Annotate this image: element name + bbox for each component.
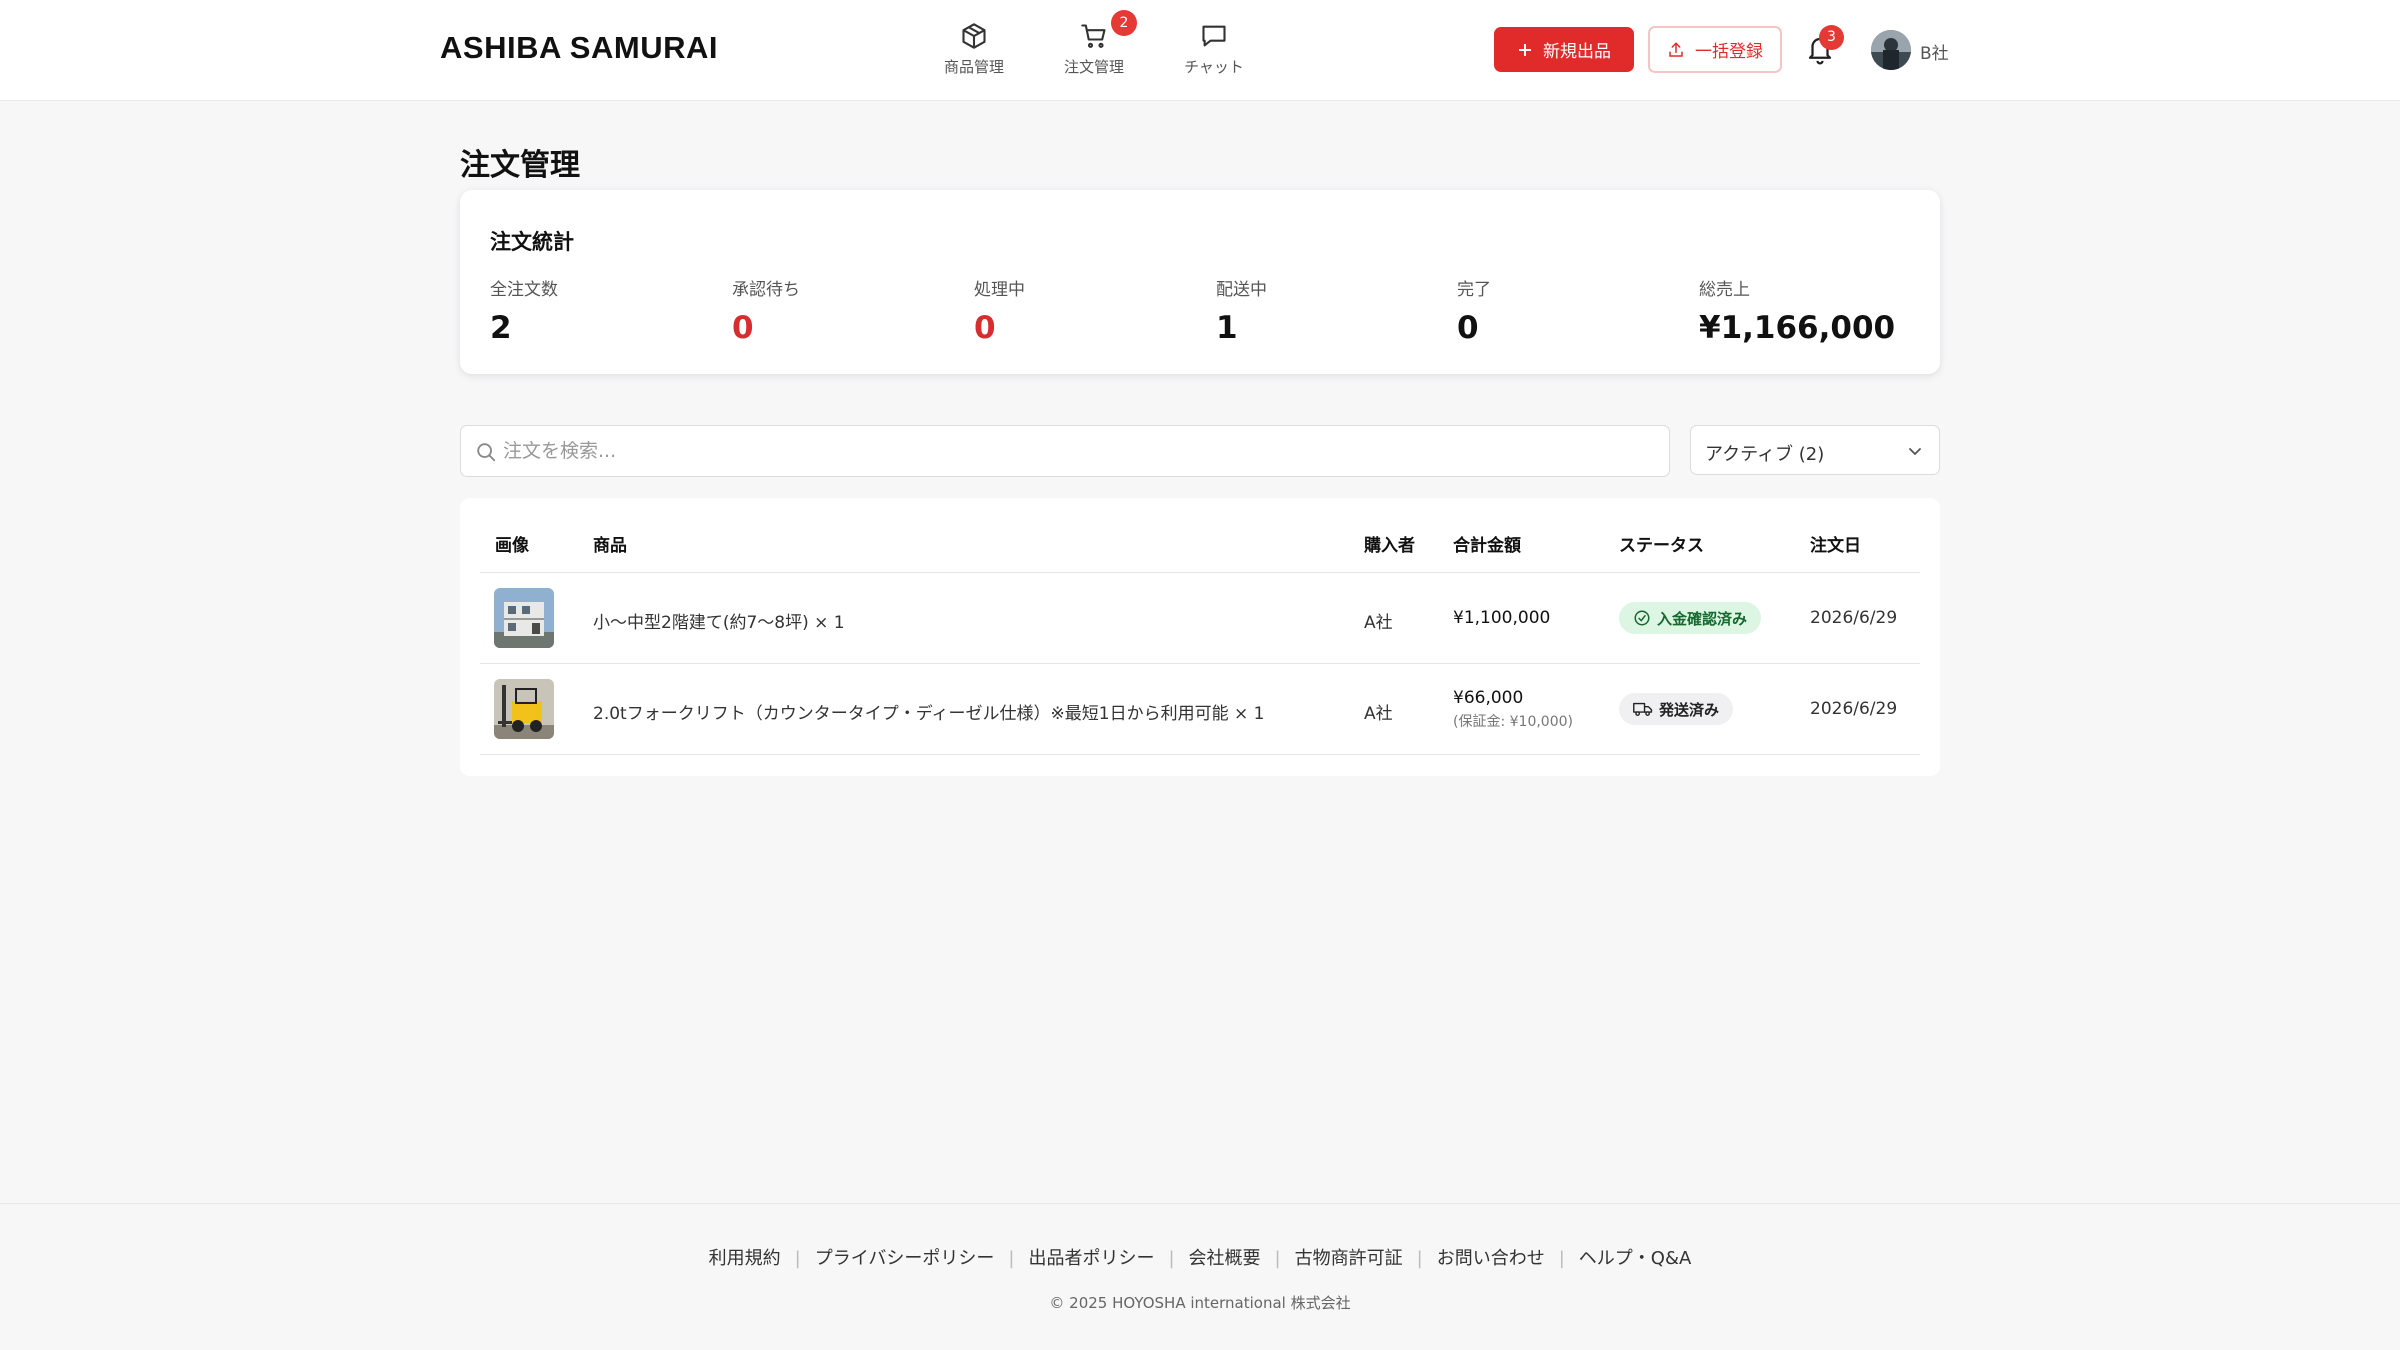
- forklift-image: [494, 679, 554, 739]
- orders-badge: 2: [1111, 10, 1137, 36]
- column-header-buyer: 購入者: [1364, 536, 1415, 556]
- stat-value: 2: [490, 310, 512, 346]
- column-header-total: 合計金額: [1453, 536, 1521, 556]
- avatar[interactable]: [1871, 30, 1911, 70]
- stat-label: 承認待ち: [732, 280, 800, 300]
- column-header-image: 画像: [495, 536, 529, 556]
- notification-badge: 3: [1819, 25, 1844, 50]
- upload-icon: [1669, 41, 1683, 57]
- separator: |: [1558, 1248, 1565, 1269]
- stat-value: 0: [732, 310, 754, 346]
- total-amount: ¥66,000: [1453, 688, 1524, 708]
- user-name[interactable]: B社: [1920, 39, 1949, 64]
- search-icon: [477, 443, 496, 462]
- logo[interactable]: ASHIBA SAMURAI: [440, 30, 718, 66]
- stat-value: 0: [974, 310, 996, 346]
- nav-label: チャット: [1184, 58, 1244, 76]
- product-thumbnail[interactable]: [494, 679, 554, 739]
- nav-label: 注文管理: [1063, 58, 1124, 76]
- separator: |: [1168, 1248, 1175, 1269]
- nav-item-products[interactable]: 商品管理: [929, 22, 1019, 77]
- table-row[interactable]: 小〜中型2階建て(約7〜8坪) × 1 A社 ¥1,100,000 入金確認済み…: [460, 573, 1940, 663]
- stat-total-orders: 全注文数 2: [490, 275, 558, 346]
- separator: |: [1008, 1248, 1015, 1269]
- building-image: [494, 588, 554, 648]
- stat-label: 完了: [1457, 280, 1491, 300]
- order-date: 2026/6/29: [1810, 699, 1898, 719]
- bulk-register-button[interactable]: 一括登録: [1648, 26, 1782, 73]
- search-box: [460, 425, 1670, 477]
- column-header-date: 注文日: [1810, 536, 1861, 556]
- orders-table: 画像 商品 購入者 合計金額 ステータス 注文日 小〜中型2階建て(約7〜8坪)…: [460, 498, 1940, 776]
- separator: |: [794, 1248, 801, 1269]
- status-label: 発送済み: [1659, 700, 1720, 719]
- stat-pending: 承認待ち 0: [732, 275, 800, 346]
- page-title: 注文管理: [460, 148, 580, 183]
- stats-title: 注文統計: [490, 230, 574, 254]
- footer-link-help[interactable]: ヘルプ・Q&A: [1579, 1248, 1692, 1269]
- footer-link-seller-policy[interactable]: 出品者ポリシー: [1028, 1248, 1154, 1269]
- stat-label: 全注文数: [490, 280, 558, 300]
- stat-processing: 処理中 0: [974, 275, 1025, 346]
- stat-total-sales: 総売上 ¥1,166,000: [1699, 275, 1895, 346]
- footer-links: 利用規約 | プライバシーポリシー | 出品者ポリシー | 会社概要 | 古物商許可証 | お問い合…: [0, 1244, 2400, 1270]
- stat-value: 0: [1457, 310, 1479, 346]
- filter-selected-value: アクティブ (2): [1705, 444, 1825, 465]
- cart-icon: [1081, 24, 1106, 48]
- new-listing-label: 新規出品: [1543, 42, 1611, 61]
- footer-link-terms[interactable]: 利用規約: [709, 1248, 781, 1269]
- stat-label: 処理中: [974, 280, 1025, 300]
- deposit-amount: (保証金: ¥10,000): [1453, 714, 1573, 730]
- copyright: © 2025 HOYOSHA international 株式会社: [1049, 1294, 1351, 1312]
- nav-item-orders[interactable]: 注文管理 2: [1049, 10, 1139, 77]
- truck-icon: [1633, 702, 1653, 717]
- stat-shipping: 配送中 1: [1216, 275, 1267, 346]
- product-name[interactable]: 小〜中型2階建て(約7〜8坪) × 1: [593, 608, 845, 633]
- separator: |: [1274, 1248, 1281, 1269]
- separator: |: [1416, 1248, 1423, 1269]
- buyer-name: A社: [1364, 613, 1393, 633]
- footer: 利用規約 | プライバシーポリシー | 出品者ポリシー | 会社概要 | 古物商許可証 | お問い合…: [0, 1203, 2400, 1350]
- footer-link-license[interactable]: 古物商許可証: [1295, 1248, 1403, 1269]
- header: ASHIBA SAMURAI 商品管理 注文管理 2 チャット 新規出品 一括登…: [0, 0, 2400, 101]
- total-cell: ¥66,000 (保証金: ¥10,000): [1453, 688, 1573, 731]
- new-listing-button[interactable]: 新規出品: [1494, 27, 1634, 72]
- status-filter-select[interactable]: アクティブ (2): [1690, 425, 1940, 475]
- search-input[interactable]: [503, 426, 1653, 476]
- chat-icon: [1202, 25, 1226, 47]
- order-stats-card: 注文統計 全注文数 2 承認待ち 0 処理中 0 配送中 1 完了 0 総売上 …: [460, 190, 1940, 374]
- status-label: 入金確認済み: [1657, 609, 1748, 628]
- product-name[interactable]: 2.0tフォークリフト（カウンタータイプ・ディーゼル仕様）※最短1日から利用可能…: [593, 699, 1264, 724]
- stat-value: 1: [1216, 310, 1238, 346]
- check-circle-icon: [1634, 610, 1650, 626]
- stat-label: 配送中: [1216, 280, 1267, 300]
- footer-link-contact[interactable]: お問い合わせ: [1437, 1248, 1545, 1269]
- column-header-product: 商品: [593, 536, 627, 556]
- status-badge: 発送済み: [1619, 693, 1734, 725]
- column-header-status: ステータス: [1619, 536, 1704, 556]
- box-icon: [962, 23, 986, 49]
- product-thumbnail[interactable]: [494, 588, 554, 648]
- buyer-name: A社: [1364, 704, 1393, 724]
- avatar-image: [1871, 30, 1911, 70]
- table-row[interactable]: 2.0tフォークリフト（カウンタータイプ・ディーゼル仕様）※最短1日から利用可能…: [460, 664, 1940, 754]
- status-badge: 入金確認済み: [1619, 602, 1762, 634]
- footer-link-privacy[interactable]: プライバシーポリシー: [815, 1248, 995, 1269]
- footer-link-company[interactable]: 会社概要: [1189, 1248, 1261, 1269]
- chevron-down-icon: [1909, 448, 1921, 456]
- nav-label: 商品管理: [943, 58, 1004, 76]
- stat-value: ¥1,166,000: [1699, 310, 1896, 346]
- stat-label: 総売上: [1699, 280, 1750, 300]
- nav-item-chat[interactable]: チャット: [1169, 22, 1259, 77]
- bulk-register-label: 一括登録: [1695, 42, 1763, 61]
- stat-completed: 完了 0: [1457, 275, 1491, 346]
- divider: [480, 754, 1920, 755]
- plus-icon: [1519, 43, 1531, 56]
- order-date: 2026/6/29: [1810, 608, 1898, 628]
- total-amount: ¥1,100,000: [1453, 608, 1551, 628]
